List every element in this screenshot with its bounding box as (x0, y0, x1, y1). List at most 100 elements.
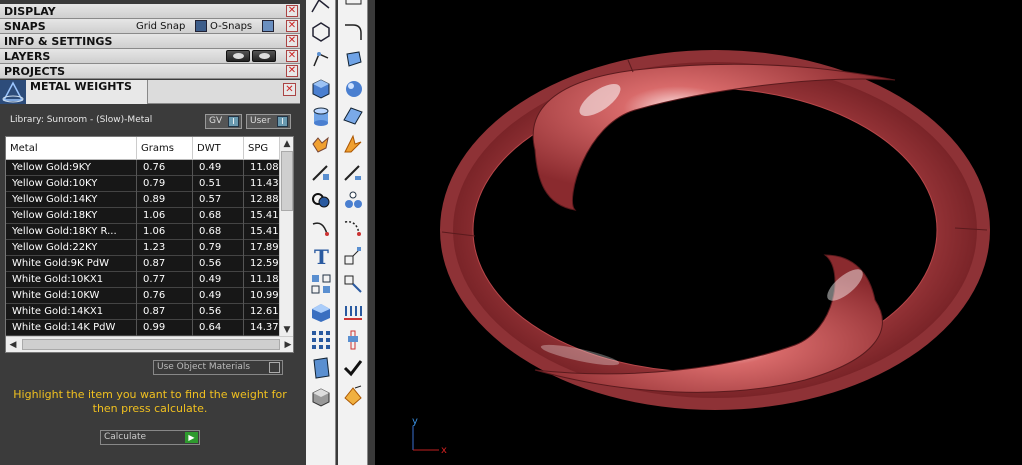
table-cell: 1.23 (137, 240, 193, 256)
array-tool-icon[interactable] (309, 272, 333, 296)
grid-snap-toggle[interactable] (195, 20, 207, 32)
move-tool-icon[interactable] (341, 272, 365, 296)
table-cell: 0.79 (137, 176, 193, 192)
surface-tool-icon[interactable] (341, 104, 365, 128)
ring-model[interactable]: y x (375, 0, 1022, 465)
table-cell: 0.56 (193, 256, 244, 272)
rollout-snaps-label: SNAPS (4, 20, 46, 33)
grid-tool-icon[interactable] (309, 328, 333, 352)
rectangle-tool-icon[interactable] (341, 0, 365, 18)
text-tool-icon[interactable]: T (309, 244, 333, 269)
close-icon[interactable]: ✕ (286, 20, 298, 32)
close-icon[interactable]: ✕ (286, 35, 298, 47)
polygon-tool-icon[interactable] (309, 20, 333, 44)
table-row[interactable]: Yellow Gold:18KY 1.06 0.68 15.41 (6, 208, 284, 224)
extrude-tool-icon[interactable] (341, 48, 365, 72)
knife-tool-icon[interactable] (309, 160, 333, 184)
user-toggle[interactable]: User I (246, 114, 291, 129)
table-cell: 15.41 (244, 208, 284, 224)
table-cell: 15.41 (244, 224, 284, 240)
close-icon[interactable]: ✕ (286, 65, 298, 77)
bend-tool-icon[interactable] (341, 328, 365, 352)
rollout-info-label: INFO & SETTINGS (4, 35, 113, 48)
render-tool-icon[interactable] (309, 356, 333, 380)
fillet-tool-icon[interactable] (341, 20, 365, 44)
solid-tool-icon[interactable] (309, 300, 333, 324)
use-object-materials-toggle[interactable]: Use Object Materials (153, 360, 283, 375)
metal-weights-body: Library: Sunroom - (Slow)-Metal GV I Use… (0, 105, 300, 465)
table-cell: White Gold:10KW (6, 288, 137, 304)
calculate-button[interactable]: Calculate ▶ (100, 430, 200, 445)
use-object-materials-label: Use Object Materials (157, 362, 251, 372)
rollout-projects[interactable]: PROJECTS ✕ (0, 64, 300, 79)
table-cell: White Gold:10KX1 (6, 272, 137, 288)
close-icon[interactable]: ✕ (283, 83, 296, 96)
curve-tool-icon[interactable] (309, 216, 333, 240)
column-metal[interactable]: Metal (6, 137, 137, 160)
rollout-layers[interactable]: LAYERS ✕ (0, 49, 300, 64)
column-grams[interactable]: Grams (137, 137, 193, 160)
table-row[interactable]: Yellow Gold:9KY 0.76 0.49 11.08 (6, 160, 284, 176)
svg-text:T: T (314, 245, 329, 268)
boolean-tool-icon[interactable] (309, 188, 333, 212)
puzzle-tool-icon[interactable] (309, 132, 333, 156)
table-cell: Yellow Gold:18KY R... (6, 224, 137, 240)
o-snaps-toggle[interactable] (262, 20, 274, 32)
gv-toggle[interactable]: GV I (205, 114, 242, 129)
spheres-tool-icon[interactable] (341, 188, 365, 212)
rollout-layers-label: LAYERS (4, 50, 51, 63)
table-cell: 0.49 (193, 288, 244, 304)
metal-table[interactable]: Metal Grams DWT SPG Yellow Gold:9KY 0.76 0… (5, 136, 294, 353)
metal-weights-icon (0, 80, 26, 104)
table-row[interactable]: White Gold:10KW 0.76 0.49 10.99 (6, 288, 284, 304)
rollout-info-settings[interactable]: INFO & SETTINGS ✕ (0, 34, 300, 49)
scroll-thumb[interactable] (281, 151, 293, 211)
table-cell: Yellow Gold:14KY (6, 192, 137, 208)
rollout-snaps[interactable]: SNAPS Grid Snap O-Snaps ✕ (0, 19, 300, 34)
rollout-display[interactable]: DISPLAY ✕ (0, 4, 300, 19)
close-icon[interactable]: ✕ (286, 5, 298, 17)
table-cell: 0.89 (137, 192, 193, 208)
metal-weights-tab[interactable]: METAL WEIGHTS (26, 80, 148, 104)
user-toggle-icon: I (277, 116, 288, 127)
cylinder-tool-icon[interactable] (309, 104, 333, 128)
horizontal-scrollbar[interactable]: ◀ ▶ (6, 336, 293, 352)
hscroll-thumb[interactable] (22, 339, 280, 350)
close-icon[interactable]: ✕ (286, 50, 298, 62)
3d-viewport[interactable]: y x (375, 0, 1022, 465)
rollout-display-label: DISPLAY (4, 5, 56, 18)
table-row[interactable]: Yellow Gold:18KY R... 1.06 0.68 15.41 (6, 224, 284, 240)
box-tool-icon[interactable] (309, 76, 333, 100)
scroll-down-icon[interactable]: ▼ (280, 323, 293, 337)
split-tool-icon[interactable] (341, 160, 365, 184)
vertical-scrollbar[interactable]: ▲ ▼ (279, 137, 293, 337)
table-cell: White Gold:9K PdW (6, 256, 137, 272)
gv-toggle-icon: I (228, 116, 239, 127)
scroll-right-icon[interactable]: ▶ (281, 337, 293, 352)
eye-icon[interactable] (252, 50, 276, 62)
cube-gray-icon[interactable] (309, 384, 333, 408)
sweep-tool-icon[interactable] (341, 216, 365, 240)
layer-visibility-icon[interactable] (226, 50, 250, 62)
table-cell: Yellow Gold:22KY (6, 240, 137, 256)
table-cell: 12.88 (244, 192, 284, 208)
table-row[interactable]: White Gold:9K PdW 0.87 0.56 12.59 (6, 256, 284, 272)
table-row[interactable]: Yellow Gold:14KY 0.89 0.57 12.88 (6, 192, 284, 208)
sphere-tool-icon[interactable] (341, 76, 365, 100)
pattern-tool-icon[interactable] (341, 300, 365, 324)
column-spg[interactable]: SPG (244, 137, 284, 160)
column-dwt[interactable]: DWT (193, 137, 244, 160)
scroll-left-icon[interactable]: ◀ (6, 337, 20, 352)
table-row[interactable]: White Gold:10KX1 0.77 0.49 11.18 (6, 272, 284, 288)
table-row[interactable]: White Gold:14KX1 0.87 0.56 12.61 (6, 304, 284, 320)
table-row[interactable]: Yellow Gold:22KY 1.23 0.79 17.89 (6, 240, 284, 256)
explode-tool-icon[interactable] (341, 132, 365, 156)
scale-tool-icon[interactable] (341, 244, 365, 268)
scroll-up-icon[interactable]: ▲ (280, 137, 293, 151)
table-row[interactable]: Yellow Gold:10KY 0.79 0.51 11.43 (6, 176, 284, 192)
gear-tool-icon[interactable] (309, 48, 333, 72)
gem-tool-icon[interactable] (341, 384, 365, 408)
table-row[interactable]: White Gold:14K PdW 0.99 0.64 14.37 (6, 320, 284, 336)
check-icon[interactable] (341, 356, 365, 380)
polyline-tool-icon[interactable] (309, 0, 333, 18)
